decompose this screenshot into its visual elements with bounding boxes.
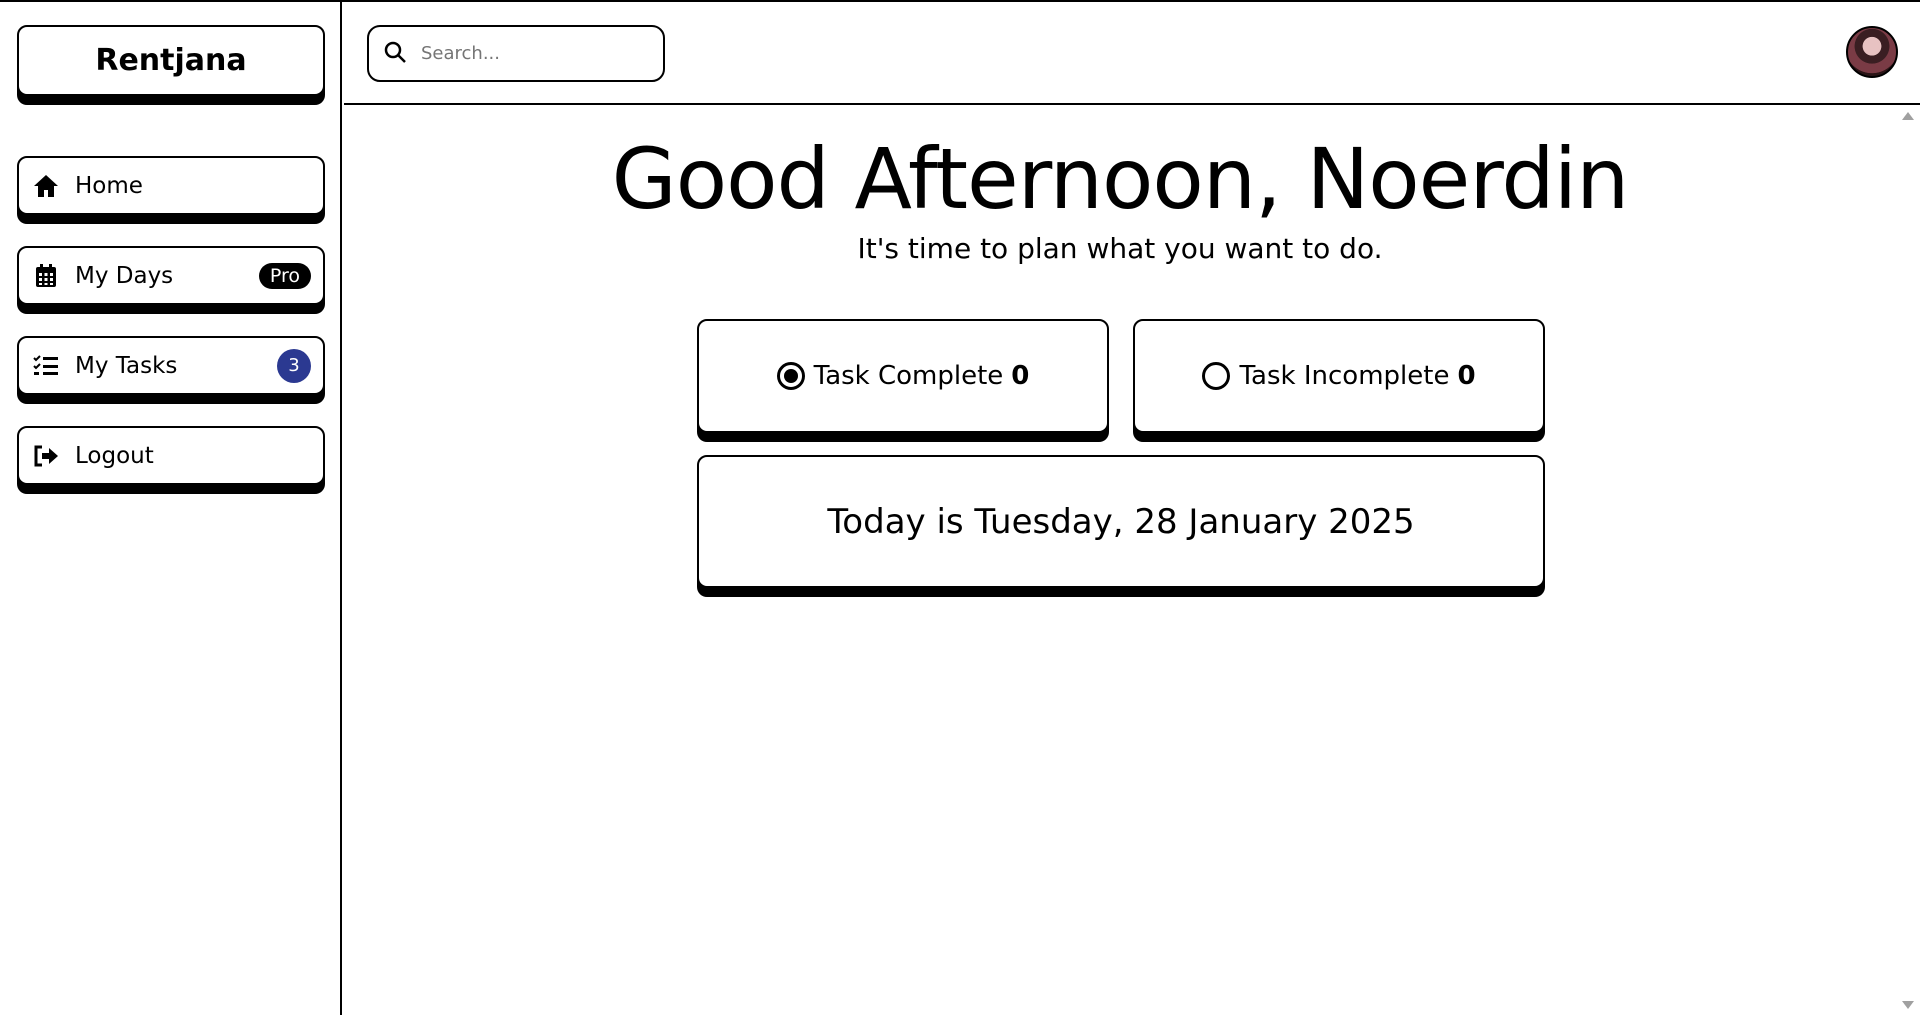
task-list-icon: [31, 353, 61, 379]
sidebar: Rentjana Home My Days Pro My Tasks 3 Log…: [0, 0, 342, 1015]
scroll-down-arrow-icon[interactable]: [1902, 1001, 1914, 1009]
task-count-badge: 3: [277, 348, 311, 383]
date-text: Today is Tuesday, 28 January 2025: [827, 501, 1415, 542]
task-complete-count: 0: [1011, 361, 1030, 391]
avatar[interactable]: [1846, 26, 1898, 78]
pro-badge: Pro: [258, 262, 311, 289]
sidebar-item-label: Home: [75, 172, 143, 199]
search-input[interactable]: [421, 43, 641, 64]
task-incomplete-count: 0: [1457, 361, 1476, 391]
task-complete-card[interactable]: Task Complete 0: [697, 319, 1109, 433]
sidebar-item-home[interactable]: Home: [17, 156, 325, 215]
greeting-heading: Good Afternoon, Noerdin: [611, 130, 1630, 228]
calendar-icon: [31, 263, 61, 289]
sidebar-item-label: Logout: [75, 442, 154, 469]
logout-icon: [31, 443, 61, 469]
search-box[interactable]: [367, 25, 665, 82]
top-bar: [344, 2, 1920, 105]
scrollbar[interactable]: [1896, 106, 1920, 1015]
task-complete-label: Task Complete: [813, 361, 1004, 391]
task-incomplete-label: Task Incomplete: [1239, 361, 1450, 391]
search-icon: [383, 40, 407, 68]
sidebar-item-my-tasks[interactable]: My Tasks 3: [17, 336, 325, 395]
home-icon: [31, 173, 61, 199]
scroll-up-arrow-icon[interactable]: [1902, 112, 1914, 120]
sidebar-item-label: My Days: [75, 262, 174, 289]
sidebar-item-logout[interactable]: Logout: [17, 426, 325, 485]
task-incomplete-card[interactable]: Task Incomplete 0: [1133, 319, 1545, 433]
sidebar-item-my-days[interactable]: My Days Pro: [17, 246, 325, 305]
greeting-subtitle: It's time to plan what you want to do.: [857, 232, 1383, 265]
radio-checked-icon: [776, 362, 805, 390]
main-content: Good Afternoon, Noerdin It's time to pla…: [344, 106, 1896, 1015]
radio-unchecked-icon: [1202, 362, 1231, 390]
sidebar-item-label: My Tasks: [75, 352, 178, 379]
date-card: Today is Tuesday, 28 January 2025: [697, 455, 1545, 588]
brand-logo[interactable]: Rentjana: [17, 25, 325, 96]
brand-name: Rentjana: [95, 43, 247, 78]
